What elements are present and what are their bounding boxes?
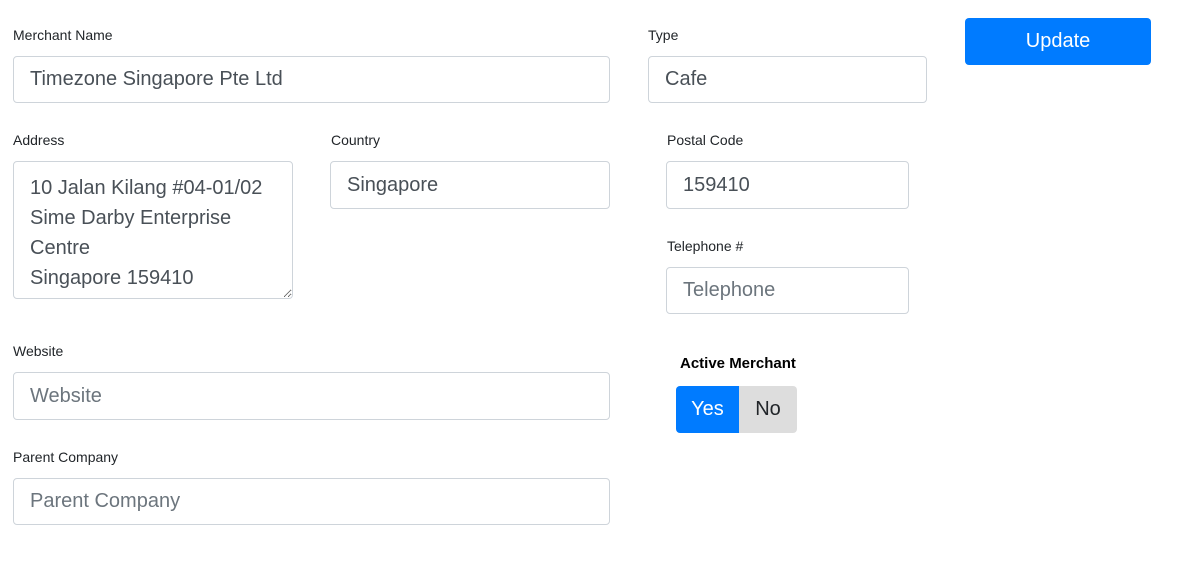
postal-code-input[interactable] — [666, 161, 909, 209]
merchant-name-label: Merchant Name — [13, 27, 113, 43]
country-input[interactable] — [330, 161, 610, 209]
parent-company-label: Parent Company — [13, 449, 119, 465]
postal-code-label: Postal Code — [667, 132, 744, 148]
active-no-button[interactable]: No — [739, 386, 797, 433]
merchant-name-input[interactable] — [13, 56, 610, 103]
active-merchant-label: Active Merchant — [680, 355, 796, 372]
type-input[interactable] — [648, 56, 927, 103]
website-input[interactable] — [13, 372, 610, 420]
telephone-label: Telephone # — [667, 238, 744, 254]
address-textarea[interactable]: 10 Jalan Kilang #04-01/02 Sime Darby Ent… — [13, 161, 293, 299]
active-merchant-toggle: Yes No — [676, 386, 797, 433]
website-label: Website — [13, 343, 64, 359]
telephone-input[interactable] — [666, 267, 909, 314]
parent-company-input[interactable] — [13, 478, 610, 525]
country-label: Country — [331, 132, 381, 148]
update-button[interactable]: Update — [965, 18, 1151, 65]
type-label: Type — [648, 27, 679, 43]
address-label: Address — [13, 132, 65, 148]
active-yes-button[interactable]: Yes — [676, 386, 739, 433]
